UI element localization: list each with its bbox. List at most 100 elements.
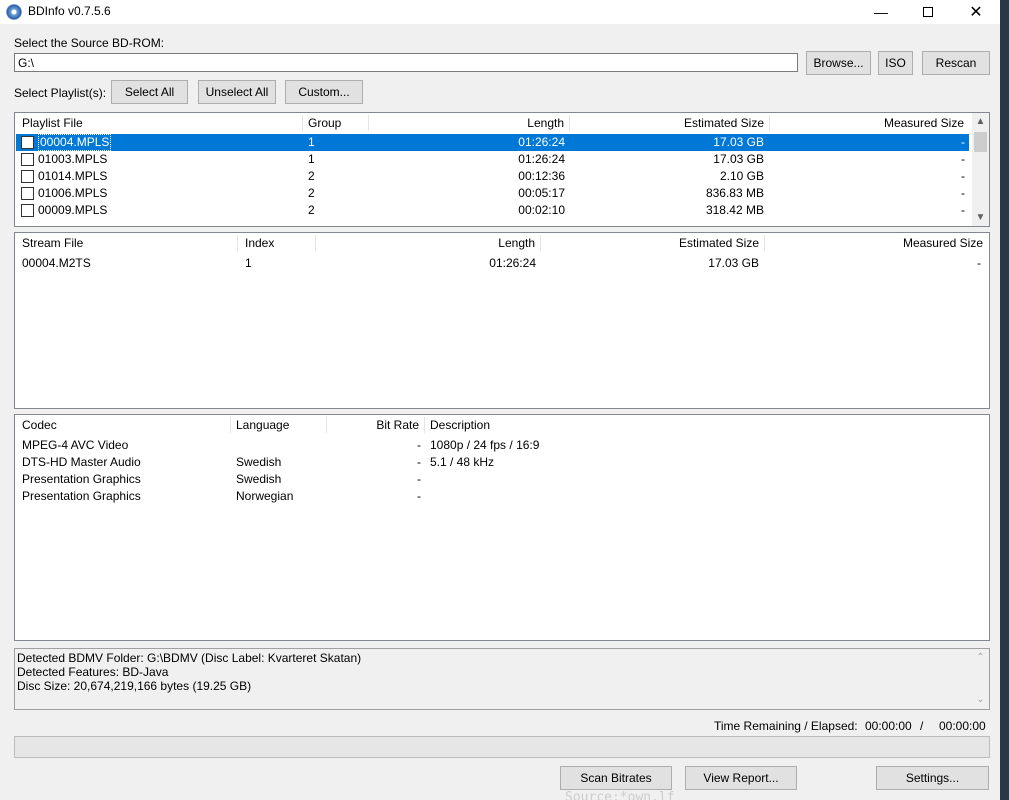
playlist-measured-size: - xyxy=(961,203,965,217)
scroll-thumb[interactable] xyxy=(974,132,987,152)
col-codec[interactable]: Codec xyxy=(17,415,230,435)
table-row[interactable]: 01003.MPLS 1 01:26:24 17.03 GB - xyxy=(16,151,969,168)
unselect-all-button[interactable]: Unselect All xyxy=(198,80,276,104)
col-measured-size[interactable]: Measured Size xyxy=(770,113,969,133)
maximize-button[interactable] xyxy=(905,0,951,24)
desktop-background xyxy=(1000,0,1009,800)
bdinfo-window: BDInfo v0.7.5.6 — ✕ Select the Source BD… xyxy=(0,0,1000,800)
disc-icon xyxy=(6,4,22,20)
row-checkbox[interactable] xyxy=(21,187,34,200)
codec-description: 1080p / 24 fps / 16:9 xyxy=(430,438,540,452)
info-line: Detected BDMV Folder: G:\BDMV (Disc Labe… xyxy=(17,651,362,665)
iso-button[interactable]: ISO xyxy=(878,51,913,75)
col-group[interactable]: Group xyxy=(303,113,368,133)
playlist-length: 01:26:24 xyxy=(518,135,565,149)
info-textarea[interactable]: Detected BDMV Folder: G:\BDMV (Disc Labe… xyxy=(14,648,990,710)
col-length[interactable]: Length xyxy=(369,113,569,133)
codec-name: DTS-HD Master Audio xyxy=(22,455,141,469)
table-row[interactable]: DTS-HD Master Audio Swedish - 5.1 / 48 k… xyxy=(16,454,971,471)
close-button[interactable]: ✕ xyxy=(953,0,999,24)
title-bar[interactable]: BDInfo v0.7.5.6 — ✕ xyxy=(0,0,1000,24)
playlist-measured-size: - xyxy=(961,169,965,183)
playlist-est-size: 17.03 GB xyxy=(713,152,764,166)
row-checkbox[interactable] xyxy=(21,153,34,166)
playlist-length: 00:02:10 xyxy=(518,203,565,217)
playlist-group: 2 xyxy=(308,186,315,200)
table-row[interactable]: 00009.MPLS 2 00:02:10 318.42 MB - xyxy=(16,202,969,219)
table-row[interactable]: 01006.MPLS 2 00:05:17 836.83 MB - xyxy=(16,185,969,202)
row-checkbox[interactable] xyxy=(21,170,34,183)
playlist-measured-size: - xyxy=(961,135,965,149)
playlist-est-size: 2.10 GB xyxy=(719,169,764,183)
codec-bitrate: - xyxy=(417,438,421,452)
minimize-icon: — xyxy=(874,4,888,20)
table-row[interactable]: MPEG-4 AVC Video - 1080p / 24 fps / 16:9 xyxy=(16,437,971,454)
col-length[interactable]: Length xyxy=(316,233,540,253)
col-estimated-size[interactable]: Estimated Size xyxy=(570,113,769,133)
codec-name: MPEG-4 AVC Video xyxy=(22,438,129,452)
time-separator: / xyxy=(920,719,924,733)
info-scrollbar[interactable]: ⌃ ⌄ xyxy=(972,649,989,709)
table-row[interactable]: 01014.MPLS 2 00:12:36 2.10 GB - xyxy=(16,168,969,185)
codec-bitrate: - xyxy=(417,455,421,469)
codec-language: Swedish xyxy=(236,455,282,469)
col-language[interactable]: Language xyxy=(231,415,326,435)
stream-measured-size: - xyxy=(977,256,981,270)
playlist-est-size: 17.03 GB xyxy=(713,135,764,149)
col-description[interactable]: Description xyxy=(425,415,970,435)
codec-bitrate: - xyxy=(417,472,421,486)
stream-file: 00004.M2TS xyxy=(22,256,91,270)
stream-est-size: 17.03 GB xyxy=(708,256,759,270)
table-row[interactable]: Presentation Graphics Norwegian - xyxy=(16,488,971,505)
playlist-table[interactable]: Playlist File Group Length Estimated Siz… xyxy=(14,112,990,227)
codec-name: Presentation Graphics xyxy=(22,489,141,503)
col-estimated-size[interactable]: Estimated Size xyxy=(541,233,764,253)
codec-language: Norwegian xyxy=(236,489,294,503)
playlist-group: 2 xyxy=(308,203,315,217)
playlist-length: 00:12:36 xyxy=(518,169,565,183)
codec-table[interactable]: Codec Language Bit Rate Description MPEG… xyxy=(14,414,990,641)
playlist-file: 00004.MPLS xyxy=(38,134,112,151)
codec-description: 5.1 / 48 kHz xyxy=(430,455,495,469)
scroll-down-icon[interactable]: ⌄ xyxy=(972,691,989,708)
custom-button[interactable]: Custom... xyxy=(285,80,363,104)
scroll-up-icon[interactable]: ⌃ xyxy=(972,649,989,666)
row-checkbox[interactable] xyxy=(21,204,34,217)
playlist-scrollbar[interactable]: ▲ ▼ xyxy=(972,113,989,226)
scan-bitrates-button[interactable]: Scan Bitrates xyxy=(560,766,672,790)
codec-language: Swedish xyxy=(236,472,282,486)
table-row[interactable]: Presentation Graphics Swedish - xyxy=(16,471,971,488)
close-icon: ✕ xyxy=(969,4,983,21)
row-checkbox[interactable] xyxy=(21,136,34,149)
col-stream-file[interactable]: Stream File xyxy=(17,233,237,253)
view-report-button[interactable]: View Report... xyxy=(685,766,797,790)
time-remaining-label: Time Remaining / Elapsed: xyxy=(714,719,858,733)
playlist-measured-size: - xyxy=(961,186,965,200)
rescan-button[interactable]: Rescan xyxy=(922,51,990,75)
info-line: Disc Size: 20,674,219,166 bytes (19.25 G… xyxy=(17,679,252,693)
col-measured-size[interactable]: Measured Size xyxy=(765,233,988,253)
source-input[interactable]: G:\ xyxy=(14,53,798,72)
col-playlist-file[interactable]: Playlist File xyxy=(17,113,302,133)
progress-bar xyxy=(14,736,990,758)
background-terminal-text: Source:*own.lf xyxy=(565,790,675,800)
table-row[interactable]: 00004.MPLS 1 01:26:24 17.03 GB - xyxy=(16,134,969,151)
time-remaining-value: 00:00:00 xyxy=(865,719,912,733)
browse-button[interactable]: Browse... xyxy=(806,51,871,75)
stream-table[interactable]: Stream File Index Length Estimated Size … xyxy=(14,232,990,409)
scroll-up-icon[interactable]: ▲ xyxy=(972,113,989,130)
codec-bitrate: - xyxy=(417,489,421,503)
playlist-length: 01:26:24 xyxy=(518,152,565,166)
playlist-file: 01006.MPLS xyxy=(38,186,108,200)
col-index[interactable]: Index xyxy=(240,233,315,253)
window-title: BDInfo v0.7.5.6 xyxy=(28,4,111,18)
minimize-button[interactable]: — xyxy=(858,0,904,24)
playlist-length: 00:05:17 xyxy=(518,186,565,200)
col-bit-rate[interactable]: Bit Rate xyxy=(327,415,424,435)
playlist-file: 00009.MPLS xyxy=(38,203,108,217)
table-row[interactable]: 00004.M2TS 1 01:26:24 17.03 GB - xyxy=(16,255,986,272)
select-all-button[interactable]: Select All xyxy=(111,80,188,104)
scroll-down-icon[interactable]: ▼ xyxy=(972,209,989,226)
time-elapsed-value: 00:00:00 xyxy=(939,719,986,733)
settings-button[interactable]: Settings... xyxy=(876,766,989,790)
